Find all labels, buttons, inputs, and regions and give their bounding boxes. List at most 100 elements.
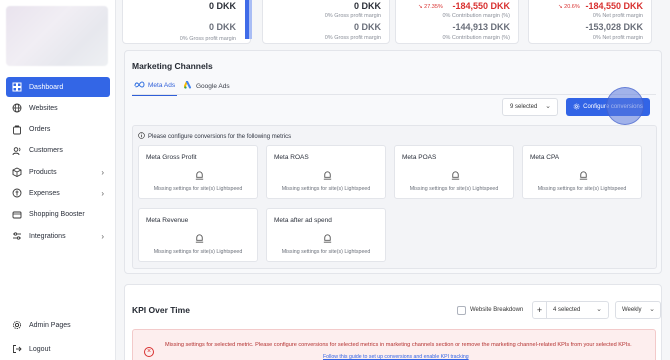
- stat-change: ↘ 27.35%: [418, 4, 443, 10]
- dashboard-icon: [12, 82, 22, 92]
- stat-value-secondary: 0 DKK: [353, 22, 381, 32]
- sidebar-item-label: Dashboard: [29, 83, 64, 91]
- stat-subtext: 0% Contribution margin (%): [442, 35, 510, 41]
- box-icon: [12, 167, 22, 178]
- metric-title: Meta CPA: [530, 154, 560, 161]
- kpi-over-time-card: KPI Over Time Website Breakdown + 4 sele…: [124, 284, 662, 360]
- configure-conversions-button[interactable]: Configure conversions: [566, 98, 650, 116]
- warning-settings-icon: [578, 168, 589, 180]
- button-label: Configure conversions: [583, 104, 643, 110]
- meta-logo-icon: [134, 81, 145, 90]
- stat-subtext: 0% Net profit margin: [592, 13, 643, 19]
- sidebar-item-label: Admin Pages: [29, 321, 71, 329]
- configure-notice: Please configure conversions for the fol…: [138, 132, 291, 141]
- sidebar-item-dashboard[interactable]: Dashboard: [6, 77, 110, 97]
- notice-text: Please configure conversions for the fol…: [148, 133, 292, 140]
- warning-settings-icon: [194, 168, 205, 180]
- stat-card-contribution: ↘ 27.35% -184,550 DKK 0% Contribution ma…: [395, 0, 519, 44]
- tab-meta-ads[interactable]: Meta Ads: [131, 81, 178, 96]
- sidebar-item-logout[interactable]: Logout: [6, 339, 110, 359]
- chevron-right-icon: ›: [101, 231, 104, 241]
- metric-card[interactable]: Meta after ad spend Missing settings for…: [266, 208, 386, 262]
- expenses-icon: [12, 188, 22, 198]
- sidebar: Dashboard Websites Orders Customers Prod…: [0, 0, 116, 360]
- metric-card[interactable]: Meta CPA Missing settings for site(s) Li…: [522, 145, 642, 199]
- sidebar-item-integrations[interactable]: Integrations ›: [6, 226, 110, 246]
- metric-card[interactable]: Meta Revenue Missing settings for site(s…: [138, 208, 258, 262]
- select-value: 4 selected: [553, 307, 581, 313]
- plus-icon: +: [533, 302, 547, 318]
- stat-subtext: 0% Gross profit margin: [324, 35, 381, 41]
- stat-subtext: 0% Contribution margin (%): [442, 13, 510, 19]
- customers-icon: [12, 146, 22, 156]
- integrations-icon: [12, 231, 22, 241]
- sidebar-item-shopping-booster[interactable]: Shopping Booster: [6, 205, 110, 225]
- metric-message: Missing settings for site(s) Lightspeed: [281, 249, 371, 255]
- guide-link[interactable]: Follow this guide to set up conversions …: [323, 354, 469, 360]
- stat-card-2: 0 DKK 0% Gross profit margin 0 DKK 0% Gr…: [262, 0, 390, 44]
- metric-title: Meta Gross Profit: [146, 154, 197, 161]
- stat-card-gross-profit: 0 DKK 0 DKK 0% Gross profit margin: [122, 0, 252, 44]
- period-select[interactable]: Weekly ⌄: [615, 301, 661, 319]
- sidebar-item-customers[interactable]: Customers: [6, 141, 110, 161]
- metric-message: Missing settings for site(s) Lightspeed: [153, 186, 243, 192]
- checkbox-label: Website Breakdown: [470, 307, 524, 313]
- sidebar-item-websites[interactable]: Websites: [6, 98, 110, 118]
- chevron-down-icon: ⌄: [596, 306, 602, 313]
- stat-value-secondary: -144,913 DKK: [452, 22, 510, 32]
- admin-pages-container: Admin Pages: [6, 315, 110, 336]
- channel-tabs: Meta Ads Google Ads: [131, 79, 656, 96]
- metric-message: Missing settings for site(s) Lightspeed: [281, 186, 371, 192]
- metric-title: Meta after ad spend: [274, 217, 332, 224]
- stat-value-secondary: -153,028 DKK: [585, 22, 643, 32]
- sidebar-item-admin-pages[interactable]: Admin Pages: [6, 315, 110, 335]
- sidebar-item-products[interactable]: Products ›: [6, 162, 110, 182]
- sidebar-item-label: Integrations: [29, 232, 66, 240]
- stat-subtext: 0% Gross profit margin: [179, 36, 236, 42]
- google-ads-logo-icon: [183, 80, 193, 91]
- section-title: KPI Over Time: [132, 305, 190, 315]
- metric-title: Meta Revenue: [146, 217, 189, 224]
- logout-icon: [12, 344, 22, 354]
- warning-settings-icon: [450, 168, 461, 180]
- metric-card[interactable]: Meta Gross Profit Missing settings for s…: [138, 145, 258, 199]
- metric-card[interactable]: Meta POAS Missing settings for site(s) L…: [394, 145, 514, 199]
- tab-google-ads[interactable]: Google Ads: [183, 80, 230, 91]
- sidebar-item-label: Expenses: [29, 189, 60, 197]
- metric-message: Missing settings for site(s) Lightspeed: [409, 186, 499, 192]
- website-breakdown-checkbox[interactable]: [457, 306, 466, 315]
- booster-icon: [12, 210, 22, 220]
- metric-message: Missing settings for site(s) Lightspeed: [153, 249, 243, 255]
- error-icon: ×: [144, 347, 154, 357]
- stat-card-net-profit: ↘ 20.6% -184,550 DKK 0% Net profit margi…: [528, 0, 652, 44]
- logout-container: Logout: [6, 339, 110, 360]
- stat-value: 0 DKK: [353, 1, 381, 11]
- sidebar-item-expenses[interactable]: Expenses ›: [6, 183, 110, 203]
- settings-icon: [573, 103, 580, 112]
- stat-value-secondary: 0 DKK: [208, 22, 236, 32]
- error-alert: × Missing settings for selected metric. …: [132, 329, 656, 360]
- progress-bar: [245, 0, 252, 39]
- metrics-panel: Please configure conversions for the fol…: [132, 125, 657, 269]
- chevron-down-icon: ⌄: [545, 103, 551, 110]
- chevron-right-icon: ›: [101, 167, 104, 177]
- kpi-select[interactable]: + 4 selected ⌄: [532, 301, 609, 319]
- stat-value: -184,550 DKK: [585, 1, 643, 11]
- alert-text: Missing settings for selected metric. Pl…: [165, 342, 632, 348]
- stat-subtext: 0% Net profit margin: [592, 35, 643, 41]
- sidebar-item-orders[interactable]: Orders: [6, 120, 110, 140]
- metric-card[interactable]: Meta ROAS Missing settings for site(s) L…: [266, 145, 386, 199]
- section-title: Marketing Channels: [132, 61, 213, 71]
- stat-value: 0 DKK: [208, 1, 236, 11]
- gear-icon: [12, 320, 22, 330]
- chevron-right-icon: ›: [101, 188, 104, 198]
- warning-settings-icon: [322, 231, 333, 243]
- tab-label: Meta Ads: [148, 82, 176, 89]
- globe-icon: [12, 103, 22, 113]
- metrics-select[interactable]: 9 selected ⌄: [502, 98, 558, 116]
- sidebar-item-label: Orders: [29, 126, 51, 134]
- orders-icon: [12, 125, 22, 135]
- sidebar-item-label: Shopping Booster: [29, 211, 85, 219]
- select-value: Weekly: [622, 307, 642, 313]
- sidebar-item-label: Products: [29, 168, 57, 176]
